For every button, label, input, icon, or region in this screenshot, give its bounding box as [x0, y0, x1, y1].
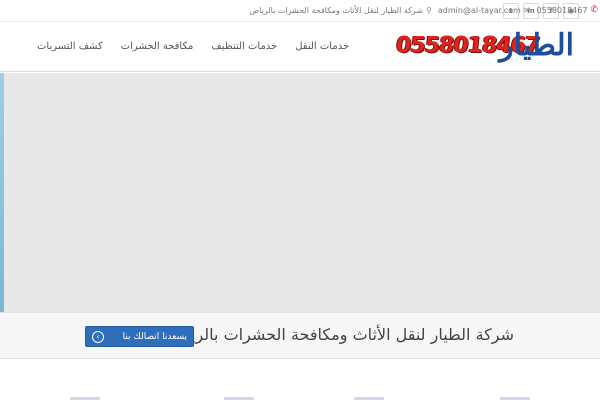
hero-slider	[0, 73, 600, 312]
contact-info: شركة الطيار لنقل الأثاث ومكافحة الحشرات …	[249, 5, 598, 15]
arrow-left-circle-icon: ‹	[92, 330, 104, 343]
logo-text: الطيار	[499, 28, 575, 63]
email-text[interactable]: admin@al-tayar.com	[438, 6, 521, 15]
map-marker-icon: ⚲	[426, 5, 432, 15]
contact-email[interactable]: admin@al-tayar.com ✉	[438, 6, 531, 15]
callout-title: شركة الطيار لنقل الأثاث ومكافحة الحشرات …	[166, 325, 514, 344]
nav-item-moving[interactable]: خدمات النقل	[286, 41, 358, 52]
contact-phone[interactable]: 0558018467 ✆	[537, 5, 598, 15]
site-logo[interactable]: 0558018467 الطيار	[395, 28, 575, 64]
phone-icon: ✆	[590, 5, 598, 15]
envelope-icon: ✉	[523, 5, 531, 15]
nav-item-pest-control[interactable]: مكافحة الحشرات	[112, 41, 203, 52]
nav-item-cleaning[interactable]: خدمات التنظيف	[202, 41, 286, 52]
contact-us-label: يسعدنا اتصالك بنا	[122, 331, 187, 342]
contact-address: شركة الطيار لنقل الأثاث ومكافحة الحشرات …	[249, 6, 431, 15]
top-bar: t in f ◉ شركة الطيار لنقل الأثاث ومكافحة…	[0, 0, 600, 22]
site-header: كشف التسربات مكافحة الحشرات خدمات التنظي…	[0, 22, 600, 72]
slider-edge	[0, 73, 4, 312]
callout-bar: شركة الطيار لنقل الأثاث ومكافحة الحشرات …	[0, 312, 600, 359]
nav-item-leak-detection[interactable]: كشف التسربات	[28, 41, 112, 52]
phone-text[interactable]: 0558018467	[537, 6, 588, 15]
address-text: شركة الطيار لنقل الأثاث ومكافحة الحشرات …	[249, 5, 424, 15]
main-nav: كشف التسربات مكافحة الحشرات خدمات التنظي…	[28, 41, 358, 52]
contact-us-button[interactable]: ‹ يسعدنا اتصالك بنا	[85, 326, 194, 347]
